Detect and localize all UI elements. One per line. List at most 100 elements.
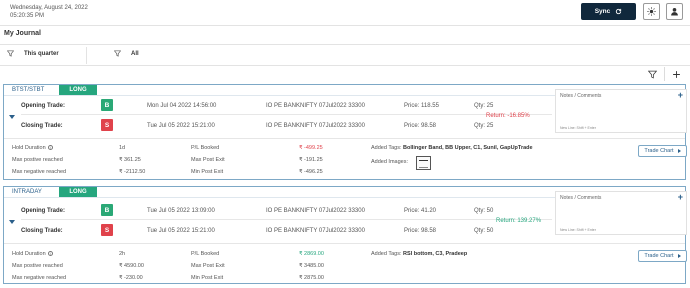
sell-badge: S [101, 224, 113, 236]
pl-booked-value: ₹ 2869.00 [299, 251, 324, 257]
toolbar-divider [664, 67, 665, 81]
info-icon[interactable]: i [47, 251, 53, 257]
top-bar: Wednesday, August 24, 2022 05:20:35 PM S… [0, 0, 690, 26]
closing-price: Price: 98.58 [404, 123, 437, 129]
filter-divider [86, 47, 87, 64]
trade-row-divider [21, 114, 552, 115]
notes-title: Notes / Comments [560, 195, 602, 201]
add-note-icon[interactable]: + [678, 90, 683, 100]
added-tags-value: RSI bottom, C3, Pradeep [403, 251, 468, 257]
trade-card: INTRADAY LONG Opening Trade: B Tue Jul 0… [3, 186, 687, 284]
trade-chart-label: Trade Chart [644, 253, 674, 259]
added-tags: Added Tags: Bollinger Band, BB Upper, C1… [371, 145, 533, 151]
plus-icon [673, 70, 680, 78]
buy-badge: B [101, 204, 113, 216]
trade-image-thumbnail[interactable] [416, 156, 431, 170]
max-positive-value: ₹ 361.25 [119, 157, 141, 163]
trade-row-divider [21, 219, 552, 220]
closing-qty: Qty: 25 [474, 123, 494, 129]
max-positive-label: Max postive reached [12, 263, 63, 269]
advanced-filter-button[interactable] [645, 67, 660, 81]
opening-price: Price: 41.20 [404, 208, 437, 214]
max-negative-label: Max negative reached [12, 275, 67, 281]
notes-title: Notes / Comments [560, 93, 602, 99]
closing-qty: Qty: 50 [474, 228, 494, 234]
closing-symbol: IO PE BANKNIFTY 07Jul2022 33300 [266, 228, 365, 234]
hold-duration-value: 1d [119, 145, 126, 151]
return-value: Return: -16.85% [486, 113, 530, 119]
closing-trade-row: Closing Trade: S Tue Jul 05 2022 15:21:0… [4, 224, 552, 238]
filter-icon [7, 50, 14, 57]
side-badge: LONG [59, 187, 97, 197]
sell-badge: S [101, 119, 113, 131]
theme-toggle-button[interactable] [643, 3, 660, 20]
scope-filter[interactable]: All [114, 50, 139, 57]
sync-label: Sync [594, 8, 611, 15]
trade-chart-label: Trade Chart [644, 148, 674, 154]
return-value: Return: 139.27% [496, 218, 542, 224]
opening-symbol: IO PE BANKNIFTY 07Jul2022 33300 [266, 103, 365, 109]
add-trade-button[interactable] [669, 67, 684, 81]
notes-box[interactable]: Notes / Comments + New Line: Shift + Ent… [555, 191, 687, 235]
opening-trade-row: Opening Trade: B Tue Jul 05 2022 13:09:0… [4, 204, 552, 218]
notes-box[interactable]: Notes / Comments + New Line: Shift + Ent… [555, 89, 687, 133]
max-negative-value: ₹ -230.00 [119, 275, 143, 281]
opening-date: Tue Jul 05 2022 13:09:00 [147, 208, 215, 214]
closing-trade-label: Closing Trade: [21, 228, 63, 234]
opening-price: Price: 118.55 [404, 103, 439, 109]
opening-trade-label: Opening Trade: [21, 103, 66, 109]
current-datetime: Wednesday, August 24, 2022 05:20:35 PM [10, 4, 88, 20]
added-tags: Added Tags: RSI bottom, C3, Pradeep [371, 251, 467, 257]
pl-booked-label: P/L Booked [191, 145, 220, 151]
sync-button[interactable]: Sync [581, 3, 636, 20]
period-filter[interactable]: This quarter [7, 50, 59, 57]
opening-qty: Qty: 50 [474, 208, 494, 214]
period-filter-label: This quarter [24, 50, 59, 57]
scope-filter-label: All [131, 50, 139, 57]
hold-duration-label: Hold Duration i [12, 145, 53, 151]
filter-bar: This quarter All [0, 44, 690, 66]
current-date: Wednesday, August 24, 2022 [10, 5, 88, 11]
stats-divider [4, 138, 685, 139]
added-tags-label: Added Tags: [371, 251, 402, 257]
max-post-exit-label: Max Post Exit [191, 263, 225, 269]
closing-symbol: IO PE BANKNIFTY 07Jul2022 33300 [266, 123, 365, 129]
sun-icon [647, 7, 656, 16]
refresh-icon [616, 8, 622, 15]
notes-hint: New Line: Shift + Enter [560, 228, 596, 232]
opening-qty: Qty: 25 [474, 103, 494, 109]
user-icon [671, 8, 678, 16]
profile-button[interactable] [666, 3, 683, 20]
closing-trade-row: Closing Trade: S Tue Jul 05 2022 15:21:0… [4, 119, 552, 133]
info-icon[interactable]: i [47, 145, 53, 151]
strategy-label: INTRADAY [12, 189, 42, 195]
closing-date: Tue Jul 05 2022 15:21:00 [147, 228, 215, 234]
filter-icon [648, 70, 657, 78]
max-post-exit-value: ₹ 3485.00 [299, 263, 324, 269]
opening-date: Mon Jul 04 2022 14:56:00 [147, 103, 217, 109]
trade-chart-button[interactable]: Trade Chart [638, 145, 687, 157]
min-post-exit-label: Min Post Exit [191, 275, 224, 281]
strategy-label: BTST/STBT [12, 87, 45, 93]
max-post-exit-value: ₹ -191.25 [299, 157, 323, 163]
max-post-exit-label: Max Post Exit [191, 157, 225, 163]
play-icon [677, 149, 681, 153]
trade-card: BTST/STBT LONG Opening Trade: B Mon Jul … [3, 84, 687, 180]
list-toolbar [0, 66, 690, 83]
closing-date: Tue Jul 05 2022 15:21:00 [147, 123, 215, 129]
max-positive-label: Max postive reached [12, 157, 63, 163]
max-negative-label: Max negative reached [12, 169, 67, 175]
hold-duration-value: 2h [119, 251, 126, 257]
added-tags-value: Bollinger Band, BB Upper, C1, Sunil, Gap… [403, 145, 533, 151]
max-positive-value: ₹ 4590.00 [119, 263, 144, 269]
current-time: 05:20:35 PM [10, 13, 45, 19]
pl-booked-value: ₹ -499.25 [299, 145, 323, 151]
min-post-exit-label: Min Post Exit [191, 169, 224, 175]
opening-trade-row: Opening Trade: B Mon Jul 04 2022 14:56:0… [4, 99, 552, 113]
added-tags-label: Added Tags: [371, 145, 402, 151]
closing-price: Price: 98.58 [404, 228, 437, 234]
trade-chart-button[interactable]: Trade Chart [638, 250, 687, 262]
notes-hint: New Line: Shift + Enter [560, 126, 596, 130]
add-note-icon[interactable]: + [678, 192, 683, 202]
page-title: My Journal [4, 30, 41, 37]
